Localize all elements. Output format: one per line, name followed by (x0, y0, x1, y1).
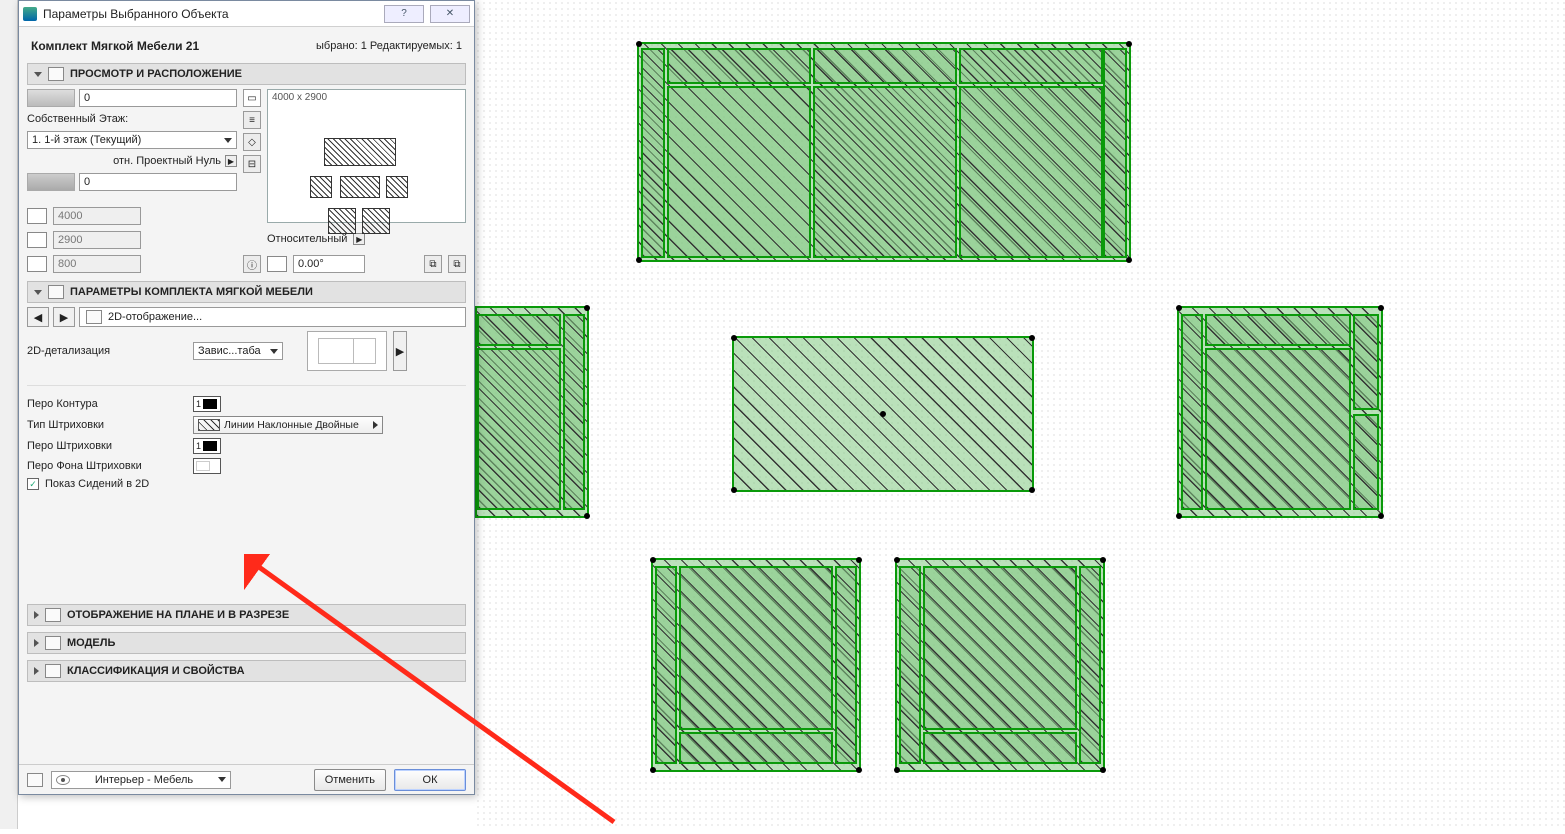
preview-mode-info[interactable]: ⓘ (243, 255, 261, 273)
layer-value: Интерьер - Мебель (95, 774, 193, 786)
elev-top-field[interactable]: 0 (79, 89, 237, 107)
section-model-header[interactable]: МОДЕЛЬ (27, 632, 466, 654)
dim-y-field[interactable]: 2900 (53, 231, 141, 249)
nav-path-text: 2D-отображение... (108, 311, 202, 323)
section-class-header[interactable]: КЛАССИФИКАЦИЯ И СВОЙСТВА (27, 660, 466, 682)
hatch-icon (198, 419, 220, 431)
chevron-right-icon (34, 667, 39, 675)
elev-bottom-field[interactable]: 0 (79, 173, 237, 191)
label-fill-bg-pen: Перо Фона Штриховки (27, 460, 187, 472)
dim-x-icon (27, 208, 47, 224)
relative-label: Относительный (267, 233, 347, 245)
close-button[interactable]: ✕ (430, 5, 470, 23)
floor-value: 1. 1-й этаж (Текущий) (32, 134, 141, 146)
layer-icon (27, 773, 43, 787)
dim-y-icon (27, 232, 47, 248)
angle-icon (267, 256, 287, 272)
object-name: Комплект Мягкой Мебели 21 (31, 39, 199, 53)
preview-section-icon (48, 67, 64, 81)
class-section-icon (45, 664, 61, 678)
chevron-down-icon (224, 138, 232, 143)
plan-sofa[interactable] (637, 42, 1131, 262)
label-ref-level: отн. Проектный Нуль (113, 155, 221, 167)
help-button[interactable]: ? (384, 5, 424, 23)
fill-type-picker[interactable]: Линии Наклонные Двойные (193, 416, 383, 434)
nav-back-button[interactable]: ◀ (27, 307, 49, 327)
angle-field[interactable]: 0.00° (293, 255, 365, 273)
eye-icon (56, 775, 70, 785)
chevron-down-icon (34, 290, 42, 295)
app-icon (23, 7, 37, 21)
label-fill-type: Тип Штриховки (27, 419, 187, 431)
nav-path-icon (86, 310, 102, 324)
plan-chair-bottom-left[interactable] (651, 558, 861, 772)
chevron-right-icon (34, 611, 39, 619)
nav-path-dropdown[interactable]: 2D-отображение... (79, 307, 466, 327)
detail-next-button[interactable]: ▶ (393, 331, 407, 371)
label-own-floor: Собственный Этаж: (27, 113, 237, 125)
anchor-icon[interactable] (27, 89, 75, 107)
selection-status: ыбрано: 1 Редактируемых: 1 (316, 40, 462, 52)
fill-bg-pen-picker[interactable] (193, 458, 221, 474)
chevron-down-icon (270, 349, 278, 354)
section-preview-header[interactable]: ПРОСМОТР И РАСПОЛОЖЕНИЕ (27, 63, 466, 85)
section-params-header[interactable]: ПАРАМЕТРЫ КОМПЛЕКТА МЯГКОЙ МЕБЕЛИ (27, 281, 466, 303)
preview-mode-list[interactable]: ≡ (243, 111, 261, 129)
plan-chair-left[interactable] (475, 306, 589, 518)
mirror-y-button[interactable]: ⧉ (448, 255, 466, 273)
label-contour-pen: Перо Контура (27, 398, 187, 410)
plan-table[interactable] (732, 336, 1034, 492)
fill-type-value: Линии Наклонные Двойные (224, 419, 359, 431)
mirror-x-button[interactable]: ⧉ (424, 255, 442, 273)
ok-button[interactable]: ОК (394, 769, 466, 791)
cancel-button[interactable]: Отменить (314, 769, 386, 791)
base-elev-icon (27, 173, 75, 191)
dialog-titlebar[interactable]: Параметры Выбранного Объекта ? ✕ (19, 1, 474, 27)
preview-mode-2d[interactable]: ▭ (243, 89, 261, 107)
section-params-title: ПАРАМЕТРЫ КОМПЛЕКТА МЯГКОЙ МЕБЕЛИ (70, 286, 313, 298)
dialog-footer: Интерьер - Мебель Отменить ОК (19, 764, 474, 794)
chevron-right-icon (34, 639, 39, 647)
nav-fwd-button[interactable]: ▶ (53, 307, 75, 327)
floor-dropdown[interactable]: 1. 1-й этаж (Текущий) (27, 131, 237, 149)
model-section-icon (45, 636, 61, 650)
label-show-seats: Показ Сидений в 2D (45, 478, 149, 490)
drawing-canvas[interactable] (475, 0, 1565, 829)
show-seats-checkbox[interactable]: ✓ (27, 478, 39, 490)
label-fill-pen: Перо Штриховки (27, 440, 187, 452)
object-settings-dialog: Параметры Выбранного Объекта ? ✕ Комплек… (18, 0, 475, 795)
preview-size-label: 4000 x 2900 (272, 92, 327, 103)
section-model-title: МОДЕЛЬ (67, 637, 115, 649)
dim-z-field[interactable]: 800 (53, 255, 141, 273)
relative-arrow[interactable]: ▶ (353, 233, 365, 245)
section-class-title: КЛАССИФИКАЦИЯ И СВОЙСТВА (67, 665, 245, 677)
plan-section-icon (45, 608, 61, 622)
preview-mode-elev[interactable]: ⊟ (243, 155, 261, 173)
dim-z-icon (27, 256, 47, 272)
chevron-right-icon (373, 421, 378, 429)
fill-pen-picker[interactable]: 1 (193, 438, 221, 454)
2d-detail-dropdown[interactable]: Завис...таба (193, 342, 283, 360)
section-plan-title: ОТОБРАЖЕНИЕ НА ПЛАНЕ И В РАЗРЕЗЕ (67, 609, 289, 621)
plan-chair-bottom-right[interactable] (895, 558, 1105, 772)
ref-level-arrow[interactable]: ▶ (225, 155, 237, 167)
contour-pen-picker[interactable]: 1 (193, 396, 221, 412)
app-left-strip (0, 0, 18, 829)
chevron-down-icon (34, 72, 42, 77)
preview-mode-3d[interactable]: ◇ (243, 133, 261, 151)
section-plan-header[interactable]: ОТОБРАЖЕНИЕ НА ПЛАНЕ И В РАЗРЕЗЕ (27, 604, 466, 626)
section-preview-title: ПРОСМОТР И РАСПОЛОЖЕНИЕ (70, 68, 242, 80)
object-preview[interactable]: 4000 x 2900 (267, 89, 466, 223)
plan-chair-right[interactable] (1177, 306, 1383, 518)
dialog-title: Параметры Выбранного Объекта (43, 7, 378, 21)
params-section-icon (48, 285, 64, 299)
dim-x-field[interactable]: 4000 (53, 207, 141, 225)
layer-dropdown[interactable]: Интерьер - Мебель (51, 771, 231, 789)
label-2d-detail: 2D-детализация (27, 345, 187, 357)
chevron-down-icon (218, 777, 226, 782)
detail-thumbnail[interactable] (307, 331, 387, 371)
